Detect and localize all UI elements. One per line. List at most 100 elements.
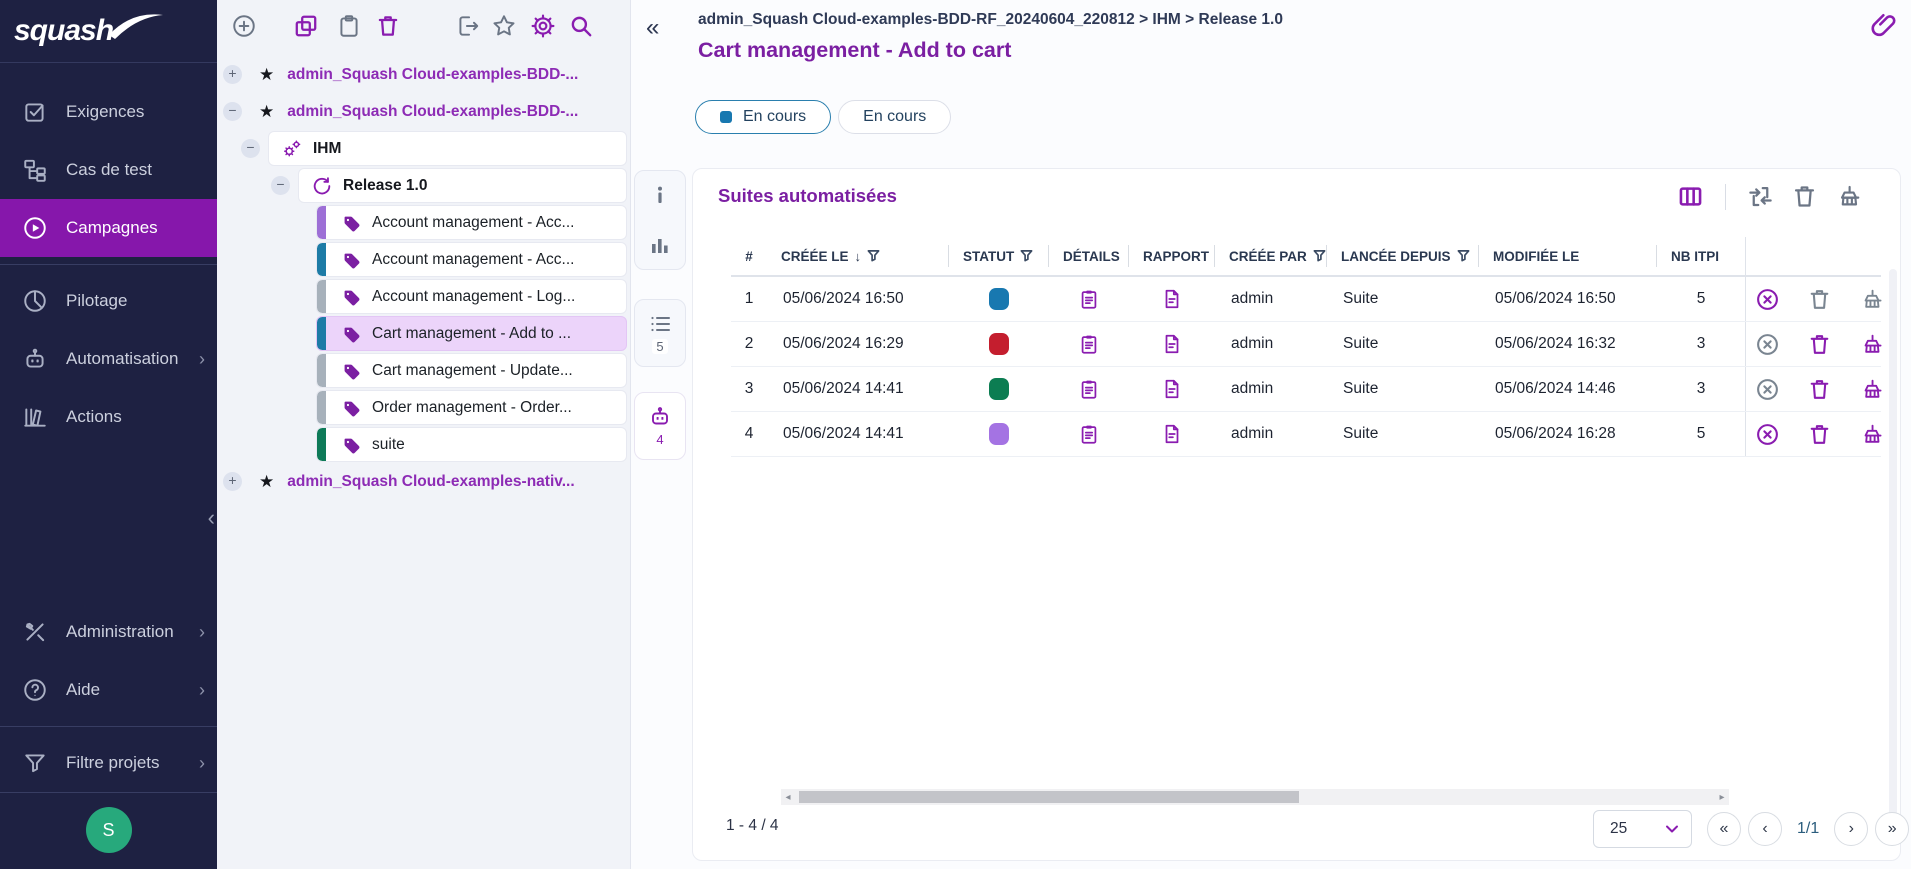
vertical-scrollbar[interactable] <box>1889 269 1897 836</box>
project-label[interactable]: admin_Squash Cloud-examples-BDD-... <box>287 66 578 84</box>
sidebar-item-actions[interactable]: Actions <box>0 388 217 446</box>
status-badge[interactable] <box>989 288 1009 310</box>
details-report-icon[interactable] <box>1078 377 1100 401</box>
tree-project-row[interactable]: − ★ admin_Squash Cloud-examples-BDD-... <box>217 93 630 130</box>
table-row[interactable]: 4 05/06/2024 14:41 admin Suite 05/06/202… <box>731 412 1881 457</box>
sidebar-item-filtre-projets[interactable]: Filtre projets › <box>0 734 217 792</box>
tree-iteration-row[interactable]: Account management - Acc... <box>217 241 630 278</box>
sort-desc-icon[interactable]: ↓ <box>855 249 862 264</box>
collapse-toggle[interactable]: − <box>271 176 290 195</box>
column-header-lancee-depuis[interactable]: LANCÉE DEPUIS <box>1327 245 1479 267</box>
column-header-statut[interactable]: STATUT <box>949 245 1049 267</box>
collapse-toggle[interactable]: − <box>241 139 260 158</box>
collapse-panel-icon[interactable]: « <box>646 14 659 42</box>
column-header-creee-par[interactable]: CRÉÉE PAR <box>1215 245 1327 267</box>
filter-funnel-icon[interactable] <box>1457 249 1470 263</box>
tree-iteration-row[interactable]: Account management - Acc... <box>217 204 630 241</box>
sidebar-item-aide[interactable]: Aide › <box>0 661 217 719</box>
iteration-node[interactable]: Account management - Acc... <box>316 205 627 240</box>
iteration-node[interactable]: Order management - Order... <box>316 390 627 425</box>
clean-suite-icon[interactable] <box>1859 422 1884 447</box>
anchor-automated-suites[interactable]: 4 <box>634 392 686 460</box>
scroll-left-arrow[interactable]: ◂ <box>781 789 795 805</box>
sidebar-item-cas-de-test[interactable]: Cas de test <box>0 141 217 199</box>
tree-iteration-row[interactable]: Cart management - Update... <box>217 352 630 389</box>
collapse-sidebar-icon[interactable]: ‹ <box>208 505 215 531</box>
sidebar-item-automatisation[interactable]: Automatisation › <box>0 330 217 388</box>
search-icon[interactable] <box>568 13 594 39</box>
column-header-nb-itpi[interactable]: NB ITPI <box>1657 245 1745 267</box>
import-export-icon[interactable] <box>455 13 481 39</box>
reorder-columns-icon[interactable] <box>1747 183 1774 210</box>
iteration-node[interactable]: suite <box>316 427 627 462</box>
delete-suite-icon[interactable] <box>1807 287 1832 312</box>
report-document-icon[interactable] <box>1161 377 1183 401</box>
favorites-star-icon[interactable] <box>491 13 517 39</box>
scrollbar-thumb[interactable] <box>799 791 1299 803</box>
cancel-execution-icon[interactable] <box>1755 332 1780 357</box>
expand-toggle[interactable]: + <box>223 65 242 84</box>
tree-project-row[interactable]: + ★ admin_Squash Cloud-examples-BDD-... <box>217 56 630 93</box>
delete-suite-icon[interactable] <box>1807 332 1832 357</box>
sidebar-item-pilotage[interactable]: Pilotage <box>0 272 217 330</box>
project-label[interactable]: admin_Squash Cloud-examples-nativ... <box>287 473 574 491</box>
folder-node[interactable]: IHM <box>268 131 627 166</box>
scroll-right-arrow[interactable]: ▸ <box>1715 789 1729 805</box>
copy-icon[interactable] <box>293 13 319 39</box>
scrollbar-track[interactable] <box>795 789 1715 805</box>
delete-suite-icon[interactable] <box>1807 422 1832 447</box>
page-size-select[interactable]: 25 <box>1593 810 1692 848</box>
column-header-details[interactable]: DÉTAILS <box>1049 245 1129 267</box>
breadcrumb[interactable]: admin_Squash Cloud-examples-BDD-RF_20240… <box>698 11 1283 29</box>
tree-iteration-row[interactable]: Order management - Order... <box>217 389 630 426</box>
filter-funnel-icon[interactable] <box>1020 249 1033 263</box>
squash-logo[interactable]: squash <box>0 0 217 63</box>
next-page-button[interactable]: › <box>1834 812 1868 846</box>
project-label[interactable]: admin_Squash Cloud-examples-BDD-... <box>287 103 578 121</box>
sidebar-item-exigences[interactable]: Exigences <box>0 83 217 141</box>
previous-page-button[interactable]: ‹ <box>1748 812 1782 846</box>
column-header-rapport[interactable]: RAPPORT <box>1129 245 1215 267</box>
report-document-icon[interactable] <box>1161 422 1183 446</box>
details-report-icon[interactable] <box>1078 287 1100 311</box>
delete-suite-icon[interactable] <box>1807 377 1832 402</box>
filter-funnel-icon[interactable] <box>1313 249 1326 263</box>
first-page-button[interactable]: « <box>1707 812 1741 846</box>
column-header-num[interactable]: # <box>731 245 767 267</box>
iteration-node[interactable]: Account management - Acc... <box>316 242 627 277</box>
delete-suites-icon[interactable] <box>1791 183 1818 210</box>
attachments-paperclip-icon[interactable] <box>1869 10 1899 40</box>
tree-iteration-row[interactable]: Account management - Log... <box>217 278 630 315</box>
sidebar-item-campagnes[interactable]: Campagnes <box>0 199 217 257</box>
tab-en-cours[interactable]: En cours <box>838 100 951 134</box>
cancel-execution-icon[interactable] <box>1755 377 1780 402</box>
collapse-toggle[interactable]: − <box>223 102 242 121</box>
status-badge[interactable] <box>989 423 1009 445</box>
delete-icon[interactable] <box>375 13 401 39</box>
settings-gear-icon[interactable] <box>530 13 556 39</box>
status-badge[interactable] <box>989 378 1009 400</box>
anchor-executions-list[interactable]: 5 <box>634 299 686 367</box>
user-avatar[interactable]: S <box>86 807 132 853</box>
tree-folder-row[interactable]: − IHM <box>217 130 630 167</box>
columns-config-icon[interactable] <box>1677 183 1704 210</box>
last-page-button[interactable]: » <box>1875 812 1909 846</box>
horizontal-scrollbar[interactable]: ◂ ▸ <box>781 789 1729 805</box>
tree-campaign-row[interactable]: − Release 1.0 <box>217 167 630 204</box>
table-row[interactable]: 2 05/06/2024 16:29 admin Suite 05/06/202… <box>731 322 1881 367</box>
tree-iteration-row[interactable]: suite <box>217 426 630 463</box>
report-document-icon[interactable] <box>1161 332 1183 356</box>
report-document-icon[interactable] <box>1161 287 1183 311</box>
table-row[interactable]: 3 05/06/2024 14:41 admin Suite 05/06/202… <box>731 367 1881 412</box>
expand-toggle[interactable]: + <box>223 472 242 491</box>
table-row[interactable]: 1 05/06/2024 16:50 admin Suite 05/06/202… <box>731 277 1881 322</box>
clean-suite-icon[interactable] <box>1859 287 1884 312</box>
iteration-node[interactable]: Cart management - Update... <box>316 353 627 388</box>
column-header-modifiee-le[interactable]: MODIFIÉE LE <box>1479 245 1657 267</box>
campaign-node[interactable]: Release 1.0 <box>298 168 627 203</box>
status-badge[interactable] <box>989 333 1009 355</box>
tree-iteration-row-selected[interactable]: Cart management - Add to ... <box>217 315 630 352</box>
column-header-creee-le[interactable]: CRÉÉE LE ↓ <box>767 245 949 267</box>
anchor-info-dashboard[interactable] <box>634 170 686 270</box>
sidebar-item-administration[interactable]: Administration › <box>0 603 217 661</box>
